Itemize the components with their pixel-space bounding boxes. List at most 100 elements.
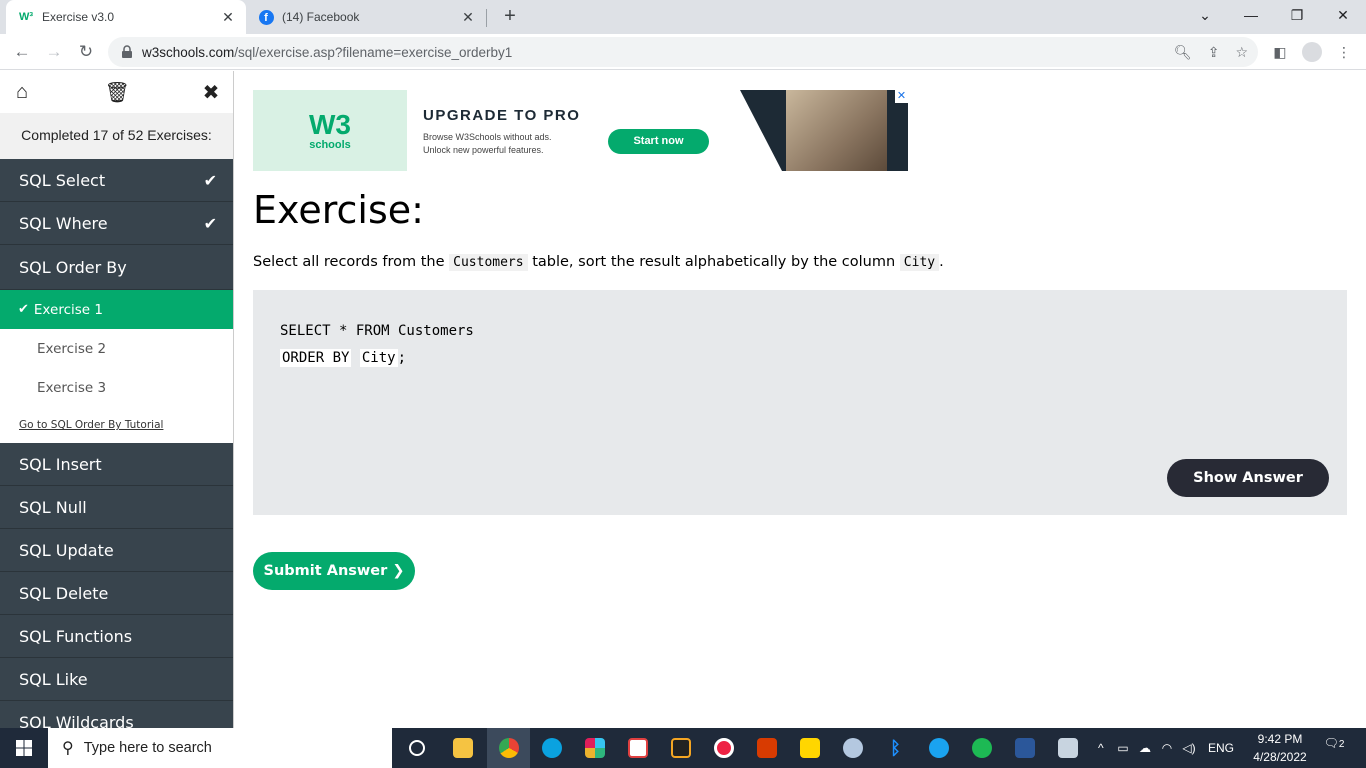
notification-icon[interactable]: 🗨︎2 <box>1322 736 1346 760</box>
tutorial-link[interactable]: Go to SQL Order By Tutorial <box>0 407 233 443</box>
tab-close-icon[interactable]: ✕ <box>456 9 480 26</box>
exercise-2-item[interactable]: Exercise 2 <box>0 329 233 368</box>
code-line-2: ORDER BY City; <box>280 349 407 367</box>
search-icon: ⚲ <box>62 740 74 757</box>
progress-text: Completed 17 of 52 Exercises: <box>0 113 233 159</box>
ad-photo <box>786 90 887 171</box>
tab-facebook[interactable]: f (14) Facebook ✕ <box>246 0 486 34</box>
spotify-icon[interactable] <box>960 728 1003 768</box>
taskbar-search-box[interactable]: ⚲ Type here to search <box>48 728 392 768</box>
side-panel-icon[interactable]: ◧ <box>1268 40 1292 64</box>
browser-tab-strip: W³ Exercise v3.0 ✕ f (14) Facebook ✕ + ⌄… <box>0 0 1366 34</box>
code-exercise-box: SELECT * FROM Customers ORDER BY City; S… <box>253 290 1347 515</box>
date-text: 4/28/2022 <box>1253 750 1307 764</box>
back-icon[interactable]: ← <box>10 40 34 64</box>
word-icon[interactable] <box>1003 728 1046 768</box>
notification-count: 2 <box>1338 739 1345 750</box>
category-label: SQL Delete <box>19 583 109 603</box>
menu-icon[interactable]: ⋮ <box>1332 40 1356 64</box>
exercise-1-item[interactable]: ✔ Exercise 1 <box>0 290 233 329</box>
answer-input-1[interactable]: ORDER BY <box>280 349 352 367</box>
w3schools-icon: W³ <box>18 11 34 23</box>
category-sql-wildcards[interactable]: SQL Wildcards <box>0 701 233 728</box>
file-explorer-icon[interactable] <box>441 728 484 768</box>
check-icon: ✔ <box>203 170 217 190</box>
app-icon[interactable] <box>616 728 659 768</box>
battery-icon[interactable]: ▭ <box>1112 741 1134 755</box>
ad-close-icon[interactable]: ✕ <box>895 90 908 103</box>
ad-line: Unlock new powerful features. <box>423 145 544 155</box>
table-name-code: Customers <box>449 254 528 271</box>
sticky-notes-icon[interactable] <box>788 728 831 768</box>
address-bar[interactable]: w3schools.com/sql/exercise.asp?filename=… <box>108 37 1258 67</box>
app-icon[interactable] <box>659 728 702 768</box>
exercise-3-item[interactable]: Exercise 3 <box>0 368 233 407</box>
office-icon[interactable] <box>745 728 788 768</box>
facebook-icon: f <box>258 9 274 25</box>
url-path: /sql/exercise.asp?filename=exercise_orde… <box>234 44 513 60</box>
slack-icon[interactable] <box>573 728 616 768</box>
app-icon[interactable] <box>530 728 573 768</box>
trash-icon[interactable]: 🗑︎ <box>105 80 130 105</box>
cloud-icon[interactable]: ☁ <box>1134 741 1156 755</box>
bookmark-star-icon[interactable]: ☆ <box>1235 44 1248 61</box>
category-label: SQL Wildcards <box>19 712 134 729</box>
category-sql-order-by[interactable]: SQL Order By <box>0 245 233 290</box>
tab-title: (14) Facebook <box>282 10 360 24</box>
answer-input-2[interactable]: City <box>359 349 398 367</box>
app-icon[interactable] <box>917 728 960 768</box>
exercise-description: Select all records from the Customers ta… <box>253 254 944 271</box>
windows-start-icon[interactable] <box>0 728 48 768</box>
cortana-icon[interactable] <box>395 728 438 768</box>
share-icon[interactable]: ⇪ <box>1208 44 1220 61</box>
volume-icon[interactable]: ◁) <box>1178 741 1200 755</box>
category-label: SQL Null <box>19 497 87 517</box>
app-icon[interactable] <box>831 728 874 768</box>
code-semicolon: ; <box>397 350 407 366</box>
close-window-icon[interactable]: ✕ <box>1320 0 1366 34</box>
app-icon[interactable] <box>702 728 745 768</box>
sidebar-toolbar: ⌂ 🗑︎ ✖ <box>0 71 233 113</box>
start-now-button[interactable]: Start now <box>608 129 709 154</box>
profile-icon[interactable] <box>1300 40 1324 64</box>
zoom-icon[interactable]: 🔍︎ <box>1174 44 1192 61</box>
category-sql-delete[interactable]: SQL Delete <box>0 572 233 615</box>
exercise-label: Exercise 3 <box>37 379 107 396</box>
check-icon: ✔ <box>18 302 29 317</box>
category-label: SQL Update <box>19 540 114 560</box>
category-sql-where[interactable]: SQL Where ✔ <box>0 202 233 245</box>
close-icon[interactable]: ✖ <box>199 80 223 105</box>
category-sql-null[interactable]: SQL Null <box>0 486 233 529</box>
show-answer-button[interactable]: Show Answer <box>1167 459 1329 497</box>
reload-icon[interactable]: ↻ <box>74 40 98 64</box>
upgrade-ad-banner[interactable]: W3 schools UPGRADE TO PRO Browse W3Schoo… <box>253 90 908 171</box>
ad-text: Browse W3Schools without ads. Unlock new … <box>423 131 552 157</box>
clock[interactable]: 9:42 PM 4/28/2022 <box>1244 728 1316 768</box>
category-sql-functions[interactable]: SQL Functions <box>0 615 233 658</box>
new-tab-icon[interactable]: + <box>498 5 522 29</box>
lock-icon <box>122 45 132 58</box>
category-sql-insert[interactable]: SQL Insert <box>0 443 233 486</box>
submit-answer-button[interactable]: Submit Answer ❯ <box>253 552 415 590</box>
category-sql-select[interactable]: SQL Select ✔ <box>0 159 233 202</box>
bluetooth-icon[interactable]: ᛒ <box>874 728 917 768</box>
minimize-icon[interactable]: — <box>1228 0 1274 34</box>
category-sql-like[interactable]: SQL Like <box>0 658 233 701</box>
chevron-up-icon[interactable]: ^ <box>1098 741 1112 755</box>
tab-separator <box>486 9 487 27</box>
tab-search-icon[interactable]: ⌄ <box>1182 0 1228 34</box>
forward-icon[interactable]: → <box>42 40 66 64</box>
ad-heading: UPGRADE TO PRO <box>423 107 581 124</box>
language-indicator[interactable]: ENG <box>1208 741 1234 755</box>
w3schools-logo: W3 schools <box>253 90 407 171</box>
chrome-icon[interactable] <box>487 728 530 768</box>
code-line-1: SELECT * FROM Customers <box>280 323 474 339</box>
home-icon[interactable]: ⌂ <box>10 81 34 104</box>
tab-exercise[interactable]: W³ Exercise v3.0 ✕ <box>6 0 246 34</box>
restore-icon[interactable]: ❐ <box>1274 0 1320 34</box>
wifi-icon[interactable]: ◠ <box>1156 741 1178 755</box>
category-sql-update[interactable]: SQL Update <box>0 529 233 572</box>
ad-line: Browse W3Schools without ads. <box>423 132 552 142</box>
tab-close-icon[interactable]: ✕ <box>216 9 240 26</box>
app-icon[interactable] <box>1046 728 1089 768</box>
